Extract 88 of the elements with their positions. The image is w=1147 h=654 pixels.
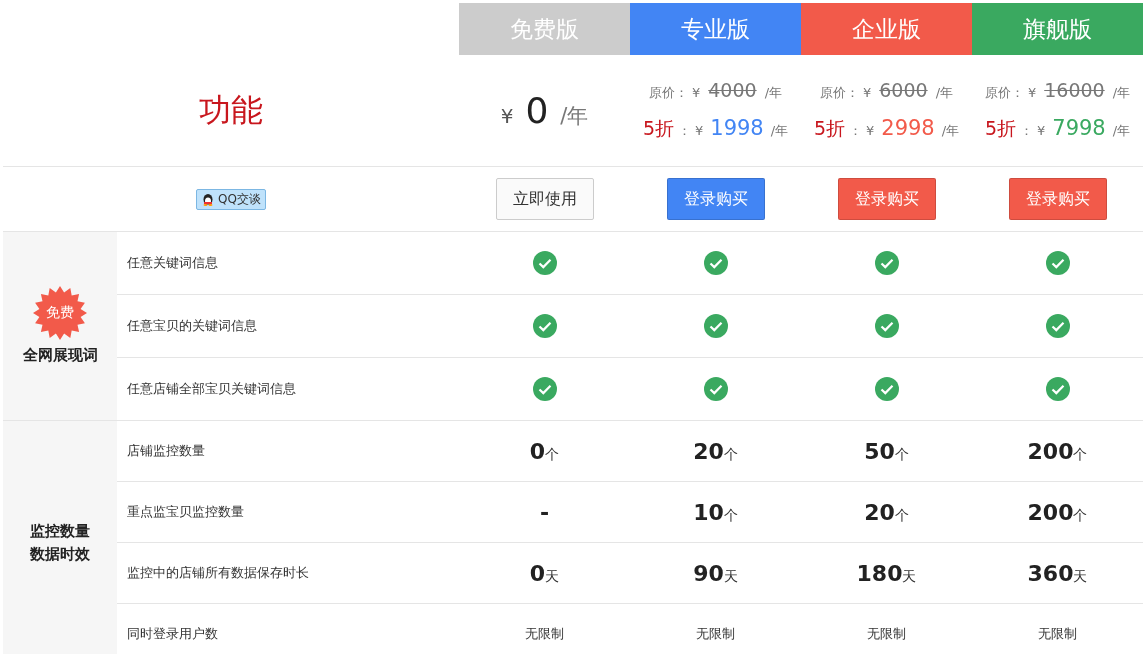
check-icon — [703, 377, 728, 401]
buy-button[interactable]: 登录购买 — [666, 178, 765, 220]
feature-label: 重点监宝贝监控数量 — [117, 481, 459, 542]
price-unit: /年 — [770, 122, 789, 140]
original-price-label: 原价： — [649, 84, 688, 102]
check-icon — [1045, 251, 1070, 275]
discount-label: 5折 — [642, 116, 674, 141]
currency-symbol: ¥ — [863, 85, 872, 100]
price-unit: /年 — [1112, 122, 1131, 140]
value-unit: 个 — [894, 506, 909, 523]
value-number: 180 — [856, 560, 903, 586]
feature-heading: 功能 — [199, 89, 263, 131]
price-unit: /年 — [560, 103, 589, 130]
discount-label: 5折 — [813, 116, 845, 141]
feature-label: 任意店铺全部宝贝关键词信息 — [117, 357, 459, 420]
discount-label: 5折 — [984, 116, 1016, 141]
value-text: 无限制 — [696, 625, 735, 643]
value-unit: 个 — [723, 506, 738, 523]
value-number: 20 — [864, 499, 895, 525]
sale-price: 7998 — [1052, 116, 1106, 140]
value-number: 200 — [1027, 438, 1074, 464]
value-unit: 个 — [1073, 445, 1088, 462]
plan-header: 旗舰版 — [972, 3, 1143, 55]
value-number: 200 — [1027, 499, 1074, 525]
feature-label: 监控中的店铺所有数据保存时长 — [117, 542, 459, 603]
check-icon — [532, 251, 557, 275]
sale-price: 1998 — [710, 116, 764, 140]
sale-price: 2998 — [881, 116, 935, 140]
original-price: 4000 — [708, 79, 757, 101]
check-icon — [874, 314, 899, 338]
price-unit: /年 — [941, 122, 960, 140]
plan-header: 专业版 — [630, 3, 801, 55]
separator: ： — [678, 122, 691, 140]
value-unit: 个 — [723, 445, 738, 462]
feature-label: 任意宝贝的关键词信息 — [117, 294, 459, 357]
value-unit: 天 — [1073, 567, 1088, 584]
price-unit: /年 — [1112, 84, 1131, 102]
currency-symbol: ¥ — [695, 123, 704, 138]
value-number: 90 — [693, 560, 724, 586]
value-number: 0 — [529, 438, 546, 464]
group-title: 全网展现词 — [22, 344, 98, 366]
price-unit: /年 — [764, 84, 782, 102]
value-unit: 天 — [902, 567, 917, 584]
currency-symbol: ¥ — [1027, 85, 1037, 100]
value-unit: 个 — [894, 445, 909, 462]
qq-chat-button[interactable]: QQ交谈 — [196, 188, 266, 210]
currency-symbol: ¥ — [1037, 123, 1046, 138]
value-unit: 个 — [545, 445, 560, 462]
value-text: 无限制 — [525, 625, 564, 643]
check-icon — [532, 377, 557, 401]
value-number: 20 — [693, 438, 724, 464]
original-price: 16000 — [1044, 79, 1105, 101]
check-icon — [874, 251, 899, 275]
buy-button[interactable]: 登录购买 — [1008, 178, 1107, 220]
original-price: 6000 — [879, 79, 928, 101]
value-text: 无限制 — [1038, 625, 1077, 643]
badge: 免费 — [33, 285, 87, 340]
check-icon — [874, 377, 899, 401]
currency-symbol: ¥ — [866, 123, 875, 138]
value-number: - — [539, 499, 550, 525]
buy-button[interactable]: 登录购买 — [837, 178, 936, 220]
check-icon — [1045, 377, 1070, 401]
value-number: 50 — [864, 438, 895, 464]
check-icon — [1045, 314, 1070, 338]
currency-symbol: ¥ — [692, 85, 701, 100]
original-price-label: 原价： — [984, 84, 1024, 102]
currency-symbol: ¥ — [500, 104, 514, 128]
feature-label: 同时登录用户数 — [117, 603, 459, 654]
value-number: 0 — [529, 560, 546, 586]
value-unit: 天 — [545, 567, 560, 584]
separator: ： — [849, 122, 862, 140]
check-icon — [703, 251, 728, 275]
plan-header: 企业版 — [801, 3, 972, 55]
check-icon — [532, 314, 557, 338]
separator: ： — [1020, 122, 1033, 140]
value-text: 无限制 — [867, 625, 906, 643]
value-unit: 天 — [723, 567, 738, 584]
check-icon — [703, 314, 728, 338]
group-title: 监控数量 数据时效 — [30, 521, 90, 565]
use-now-button[interactable]: 立即使用 — [495, 178, 594, 220]
original-price-label: 原价： — [820, 84, 859, 102]
price: 0 — [525, 90, 549, 131]
value-number: 360 — [1027, 560, 1074, 586]
price-unit: /年 — [935, 84, 953, 102]
feature-label: 任意关键词信息 — [117, 231, 459, 294]
value-number: 10 — [693, 499, 724, 525]
feature-label: 店铺监控数量 — [117, 420, 459, 481]
value-unit: 个 — [1073, 506, 1088, 523]
